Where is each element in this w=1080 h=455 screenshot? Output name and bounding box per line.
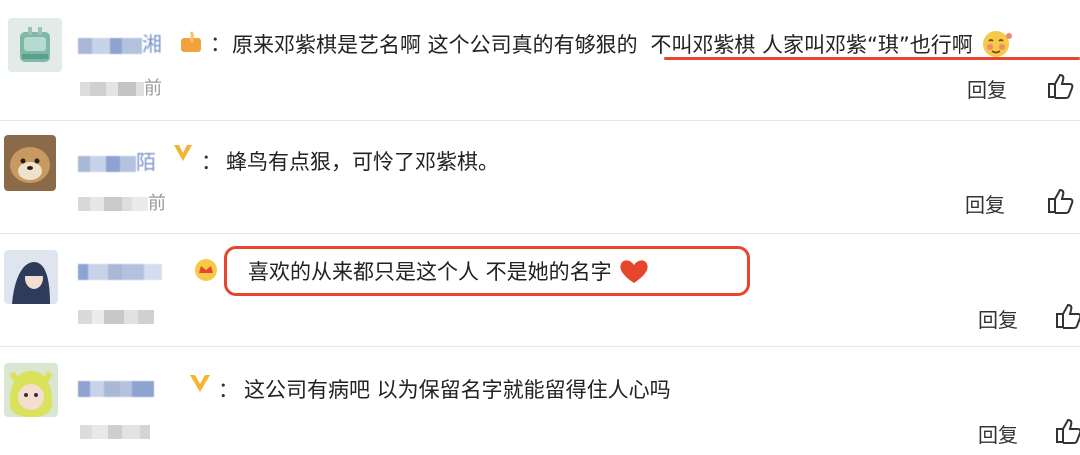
reply-button[interactable]: 回复	[978, 419, 1018, 448]
comment-text-main: 原来邓紫棋是艺名啊 这个公司真的有够狠的	[232, 33, 638, 57]
comment-item: ： 这公司有病吧 以为保留名字就能留得住人心吗 回复	[0, 347, 1080, 455]
avatar[interactable]	[4, 135, 56, 191]
colon: ：	[201, 150, 222, 174]
dog-avatar-icon	[4, 135, 56, 191]
comment-text-highlighted: 不叫邓紫棋 人家叫邓紫“琪”也行啊	[650, 33, 973, 57]
reply-button[interactable]: 回复	[978, 304, 1018, 333]
avatar[interactable]	[4, 250, 58, 304]
fire-badge-icon	[181, 31, 201, 52]
v-badge-icon	[190, 375, 210, 392]
timestamp: 前	[78, 189, 166, 215]
thumbs-up-icon[interactable]	[1054, 302, 1080, 330]
comment-item: 喜欢的从来都只是这个人 不是她的名字 回复	[0, 234, 1080, 346]
comment-text: 这公司有病吧 以为保留名字就能留得住人心吗	[244, 378, 671, 402]
comment-text: 原来邓紫棋是艺名啊 这个公司真的有够狠的 不叫邓紫棋 人家叫邓紫“琪”也行啊	[232, 28, 1014, 59]
reply-button[interactable]: 回复	[965, 189, 1005, 218]
avatar[interactable]	[4, 363, 58, 417]
comment-text: 喜欢的从来都只是这个人 不是她的名字	[248, 256, 650, 286]
heart-icon	[620, 260, 648, 283]
highlight-underline	[664, 57, 1080, 60]
baby-avatar-icon	[4, 363, 58, 417]
comment-item: 陌 ： 蜂鸟有点狠，可怜了邓紫棋。 前 回复	[0, 121, 1080, 233]
avatar[interactable]	[8, 18, 62, 72]
timestamp	[78, 306, 154, 327]
username[interactable]	[78, 375, 154, 399]
thumbs-up-icon[interactable]	[1046, 187, 1076, 215]
username-visible-char: 湘	[142, 32, 162, 56]
anime-avatar-icon	[4, 250, 58, 304]
timestamp	[80, 421, 150, 442]
thumbs-up-icon[interactable]	[1046, 72, 1076, 100]
colon: ：	[218, 378, 239, 402]
username-visible-char: 陌	[136, 150, 156, 174]
comment-text: 蜂鸟有点狠，可怜了邓紫棋。	[226, 150, 499, 174]
crown-badge-icon	[195, 259, 217, 281]
toaster-avatar-icon	[8, 18, 62, 72]
timestamp: 前	[80, 74, 162, 100]
username[interactable]: 湘	[78, 28, 162, 57]
reply-button[interactable]: 回复	[967, 74, 1007, 103]
username[interactable]	[78, 258, 162, 282]
vip-v-badge-icon	[174, 145, 192, 161]
username[interactable]: 陌	[78, 146, 156, 175]
thumbs-up-icon[interactable]	[1054, 417, 1080, 445]
comment-text-main: 喜欢的从来都只是这个人 不是她的名字	[248, 260, 612, 284]
colon: ：	[210, 32, 231, 56]
comment-item: 湘 ： 原来邓紫棋是艺名啊 这个公司真的有够狠的 不叫邓紫棋 人家叫邓紫“琪”也…	[0, 0, 1080, 120]
blush-emoji-icon	[982, 31, 1012, 57]
